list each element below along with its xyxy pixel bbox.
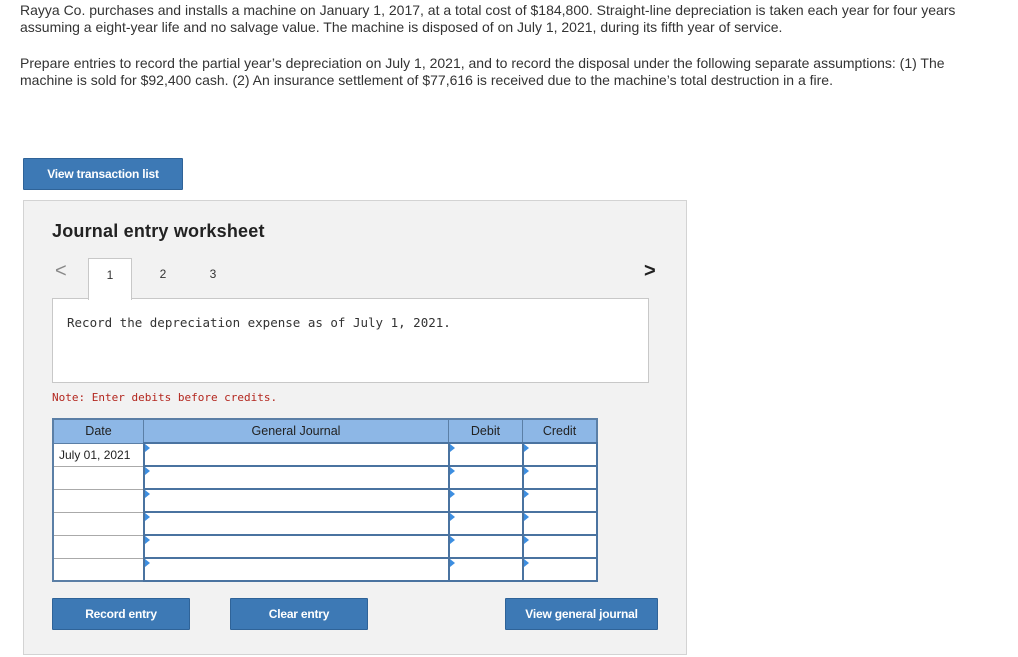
credit-column-header: Credit [522, 418, 598, 444]
date-cell [52, 557, 144, 582]
date-cell [52, 511, 144, 536]
table-row [52, 465, 598, 490]
journal-entry-worksheet: Journal entry worksheet < 1 2 3 > Record… [23, 200, 687, 655]
account-input[interactable] [142, 465, 450, 490]
credit-input[interactable] [521, 442, 598, 467]
next-arrow-icon[interactable]: > [644, 261, 656, 281]
account-input[interactable] [142, 442, 450, 467]
table-row [52, 511, 598, 536]
previous-arrow-icon[interactable]: < [55, 261, 67, 281]
table-row: July 01, 2021 [52, 442, 598, 467]
table-row [52, 557, 598, 582]
debit-input[interactable] [447, 511, 524, 536]
view-transaction-list-button[interactable]: View transaction list [23, 158, 183, 190]
date-cell: July 01, 2021 [52, 442, 144, 467]
instruction-text: Record the depreciation expense as of Ju… [67, 315, 451, 330]
journal-table: Date General Journal Debit Credit July 0… [52, 418, 598, 582]
instruction-box: Record the depreciation expense as of Ju… [52, 298, 649, 383]
account-input[interactable] [142, 511, 450, 536]
credit-input[interactable] [521, 488, 598, 513]
date-cell [52, 534, 144, 559]
general-journal-column-header: General Journal [143, 418, 449, 444]
problem-paragraph-2: Prepare entries to record the partial ye… [20, 55, 945, 88]
account-input[interactable] [142, 534, 450, 559]
debit-input[interactable] [447, 465, 524, 490]
problem-statement: Rayya Co. purchases and installs a machi… [20, 2, 980, 89]
debit-input[interactable] [447, 488, 524, 513]
note-text: Note: Enter debits before credits. [52, 391, 278, 404]
tab-3[interactable]: 3 [191, 258, 235, 299]
worksheet-title: Journal entry worksheet [52, 221, 265, 241]
date-column-header: Date [52, 418, 144, 444]
credit-input[interactable] [521, 511, 598, 536]
date-cell [52, 488, 144, 513]
debit-column-header: Debit [448, 418, 523, 444]
table-row [52, 488, 598, 513]
credit-input[interactable] [521, 557, 598, 582]
credit-input[interactable] [521, 534, 598, 559]
account-input[interactable] [142, 557, 450, 582]
problem-paragraph-1: Rayya Co. purchases and installs a machi… [20, 2, 956, 35]
tab-1[interactable]: 1 [88, 258, 132, 300]
record-entry-button[interactable]: Record entry [52, 598, 190, 630]
tab-2[interactable]: 2 [141, 258, 185, 299]
clear-entry-button[interactable]: Clear entry [230, 598, 368, 630]
table-row [52, 534, 598, 559]
view-general-journal-button[interactable]: View general journal [505, 598, 658, 630]
debit-input[interactable] [447, 442, 524, 467]
journal-header-row: Date General Journal Debit Credit [52, 418, 598, 444]
account-input[interactable] [142, 488, 450, 513]
debit-input[interactable] [447, 534, 524, 559]
date-cell [52, 465, 144, 490]
debit-input[interactable] [447, 557, 524, 582]
credit-input[interactable] [521, 465, 598, 490]
